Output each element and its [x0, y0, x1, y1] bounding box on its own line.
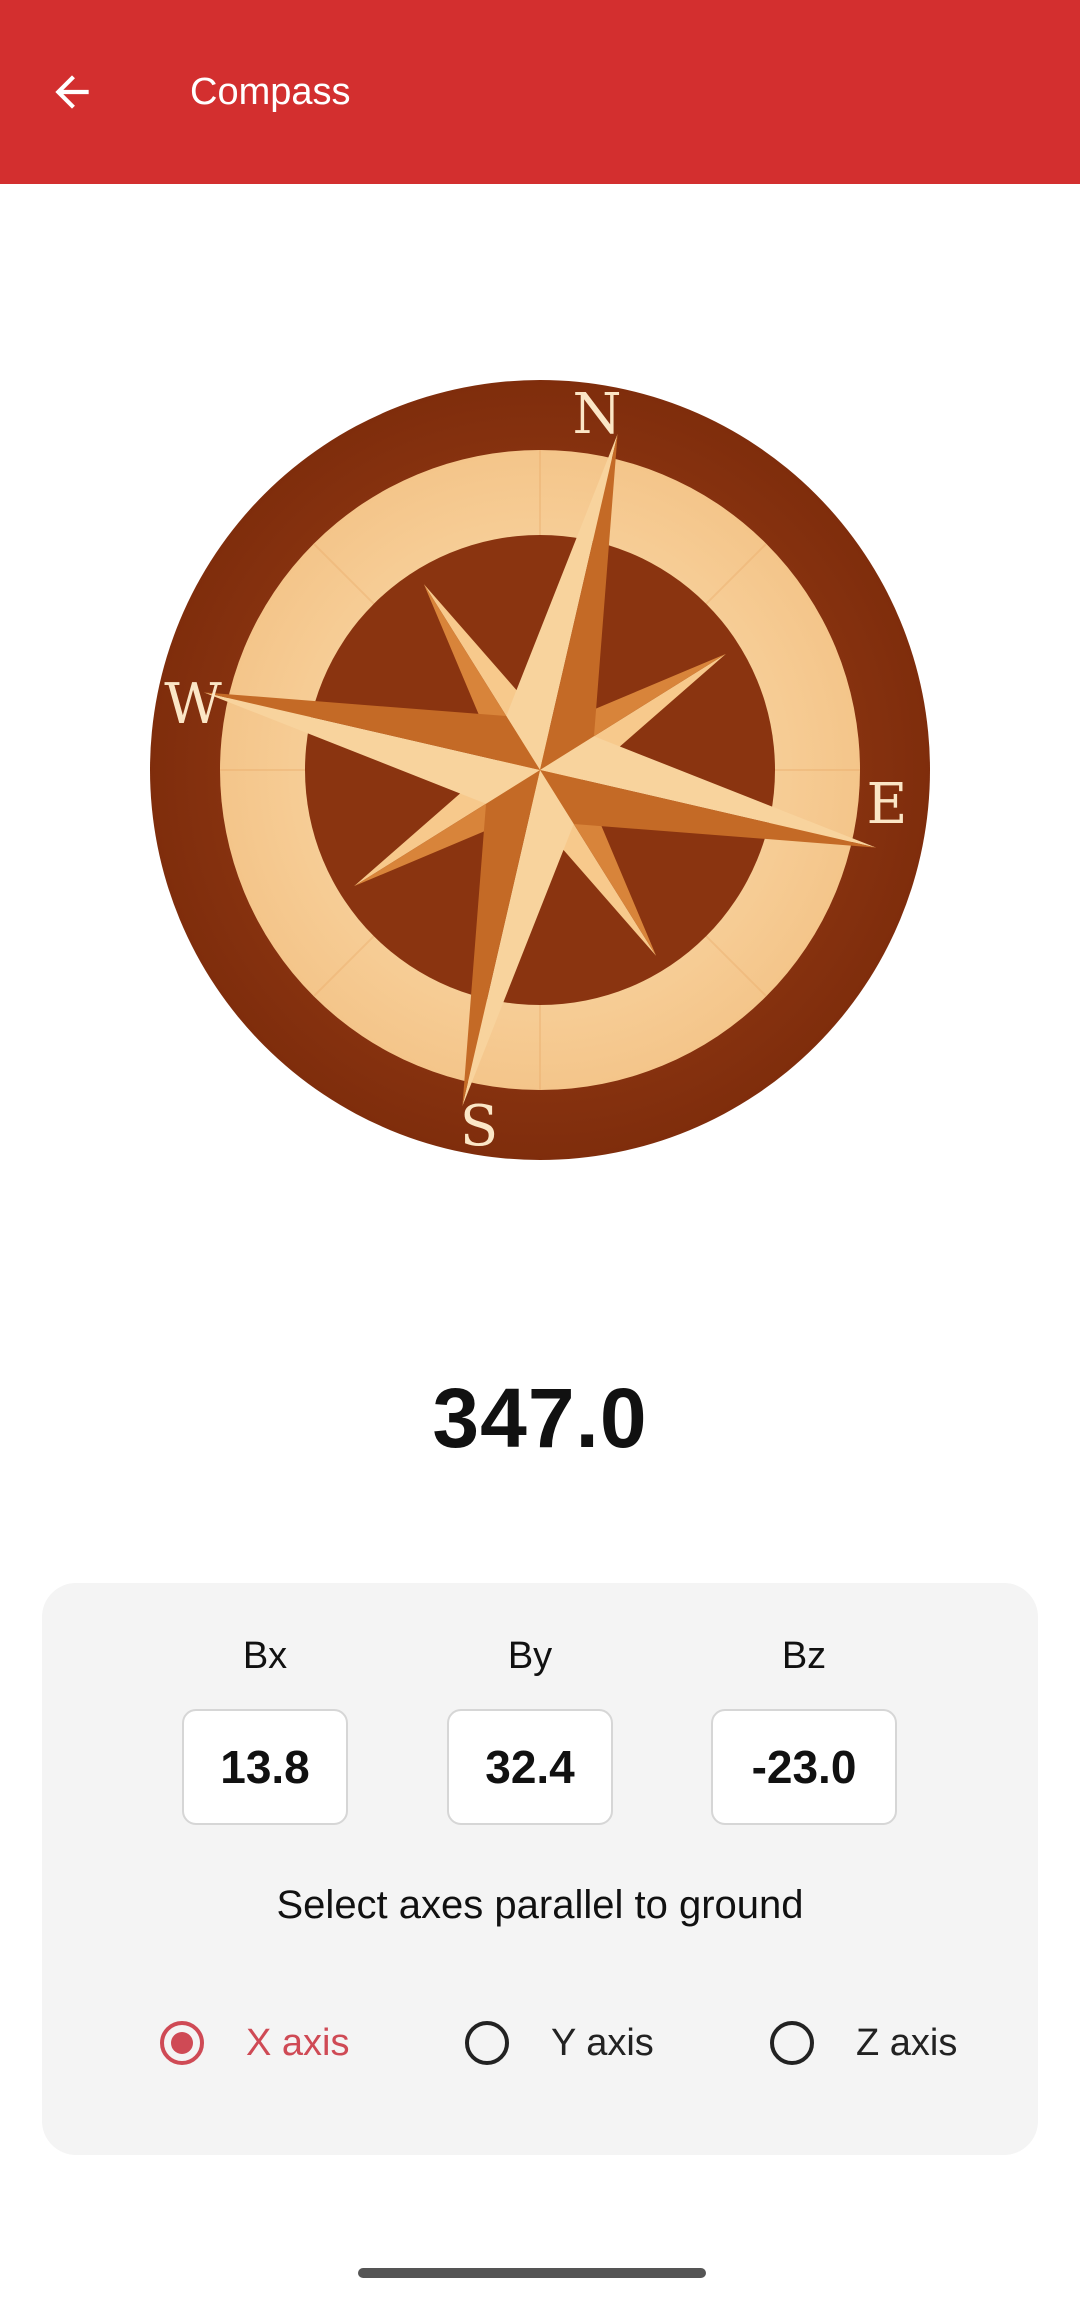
app-bar: Compass — [0, 0, 1080, 184]
radio-unselected-icon — [770, 2021, 814, 2065]
y-axis-radio[interactable]: Y axis — [465, 2003, 654, 2083]
sensor-panel: Bx 13.8 By 32.4 Bz -23.0 Select axes par… — [42, 1583, 1038, 2155]
x-axis-label: X axis — [246, 2021, 350, 2064]
bx-column: Bx 13.8 — [165, 1631, 365, 1825]
compass-rose: N E S W — [135, 365, 945, 1175]
home-indicator[interactable] — [358, 2268, 706, 2278]
y-axis-label: Y axis — [551, 2021, 654, 2064]
by-column: By 32.4 — [430, 1631, 630, 1825]
arrow-left-icon — [55, 75, 89, 109]
compass-east-label: E — [867, 772, 908, 837]
radio-selected-icon — [160, 2021, 204, 2065]
z-axis-radio[interactable]: Z axis — [770, 2003, 957, 2083]
bz-label: Bz — [781, 1635, 827, 1677]
radio-unselected-icon — [465, 2021, 509, 2065]
bz-value: -23.0 — [711, 1709, 897, 1825]
page-title: Compass — [190, 71, 351, 113]
compass-south-label: S — [460, 1094, 498, 1159]
by-label: By — [507, 1635, 553, 1677]
bx-label: Bx — [242, 1635, 288, 1677]
x-axis-radio[interactable]: X axis — [160, 2003, 349, 2083]
bx-value: 13.8 — [182, 1709, 348, 1825]
heading-value: 347.0 — [432, 1371, 648, 1465]
z-axis-label: Z axis — [856, 2021, 958, 2064]
bz-column: Bz -23.0 — [704, 1631, 904, 1825]
by-value: 32.4 — [447, 1709, 613, 1825]
compass-north-label: N — [573, 382, 622, 447]
back-button[interactable] — [30, 50, 114, 134]
axes-prompt: Select axes parallel to ground — [276, 1883, 804, 1927]
compass-west-label: W — [164, 672, 222, 737]
